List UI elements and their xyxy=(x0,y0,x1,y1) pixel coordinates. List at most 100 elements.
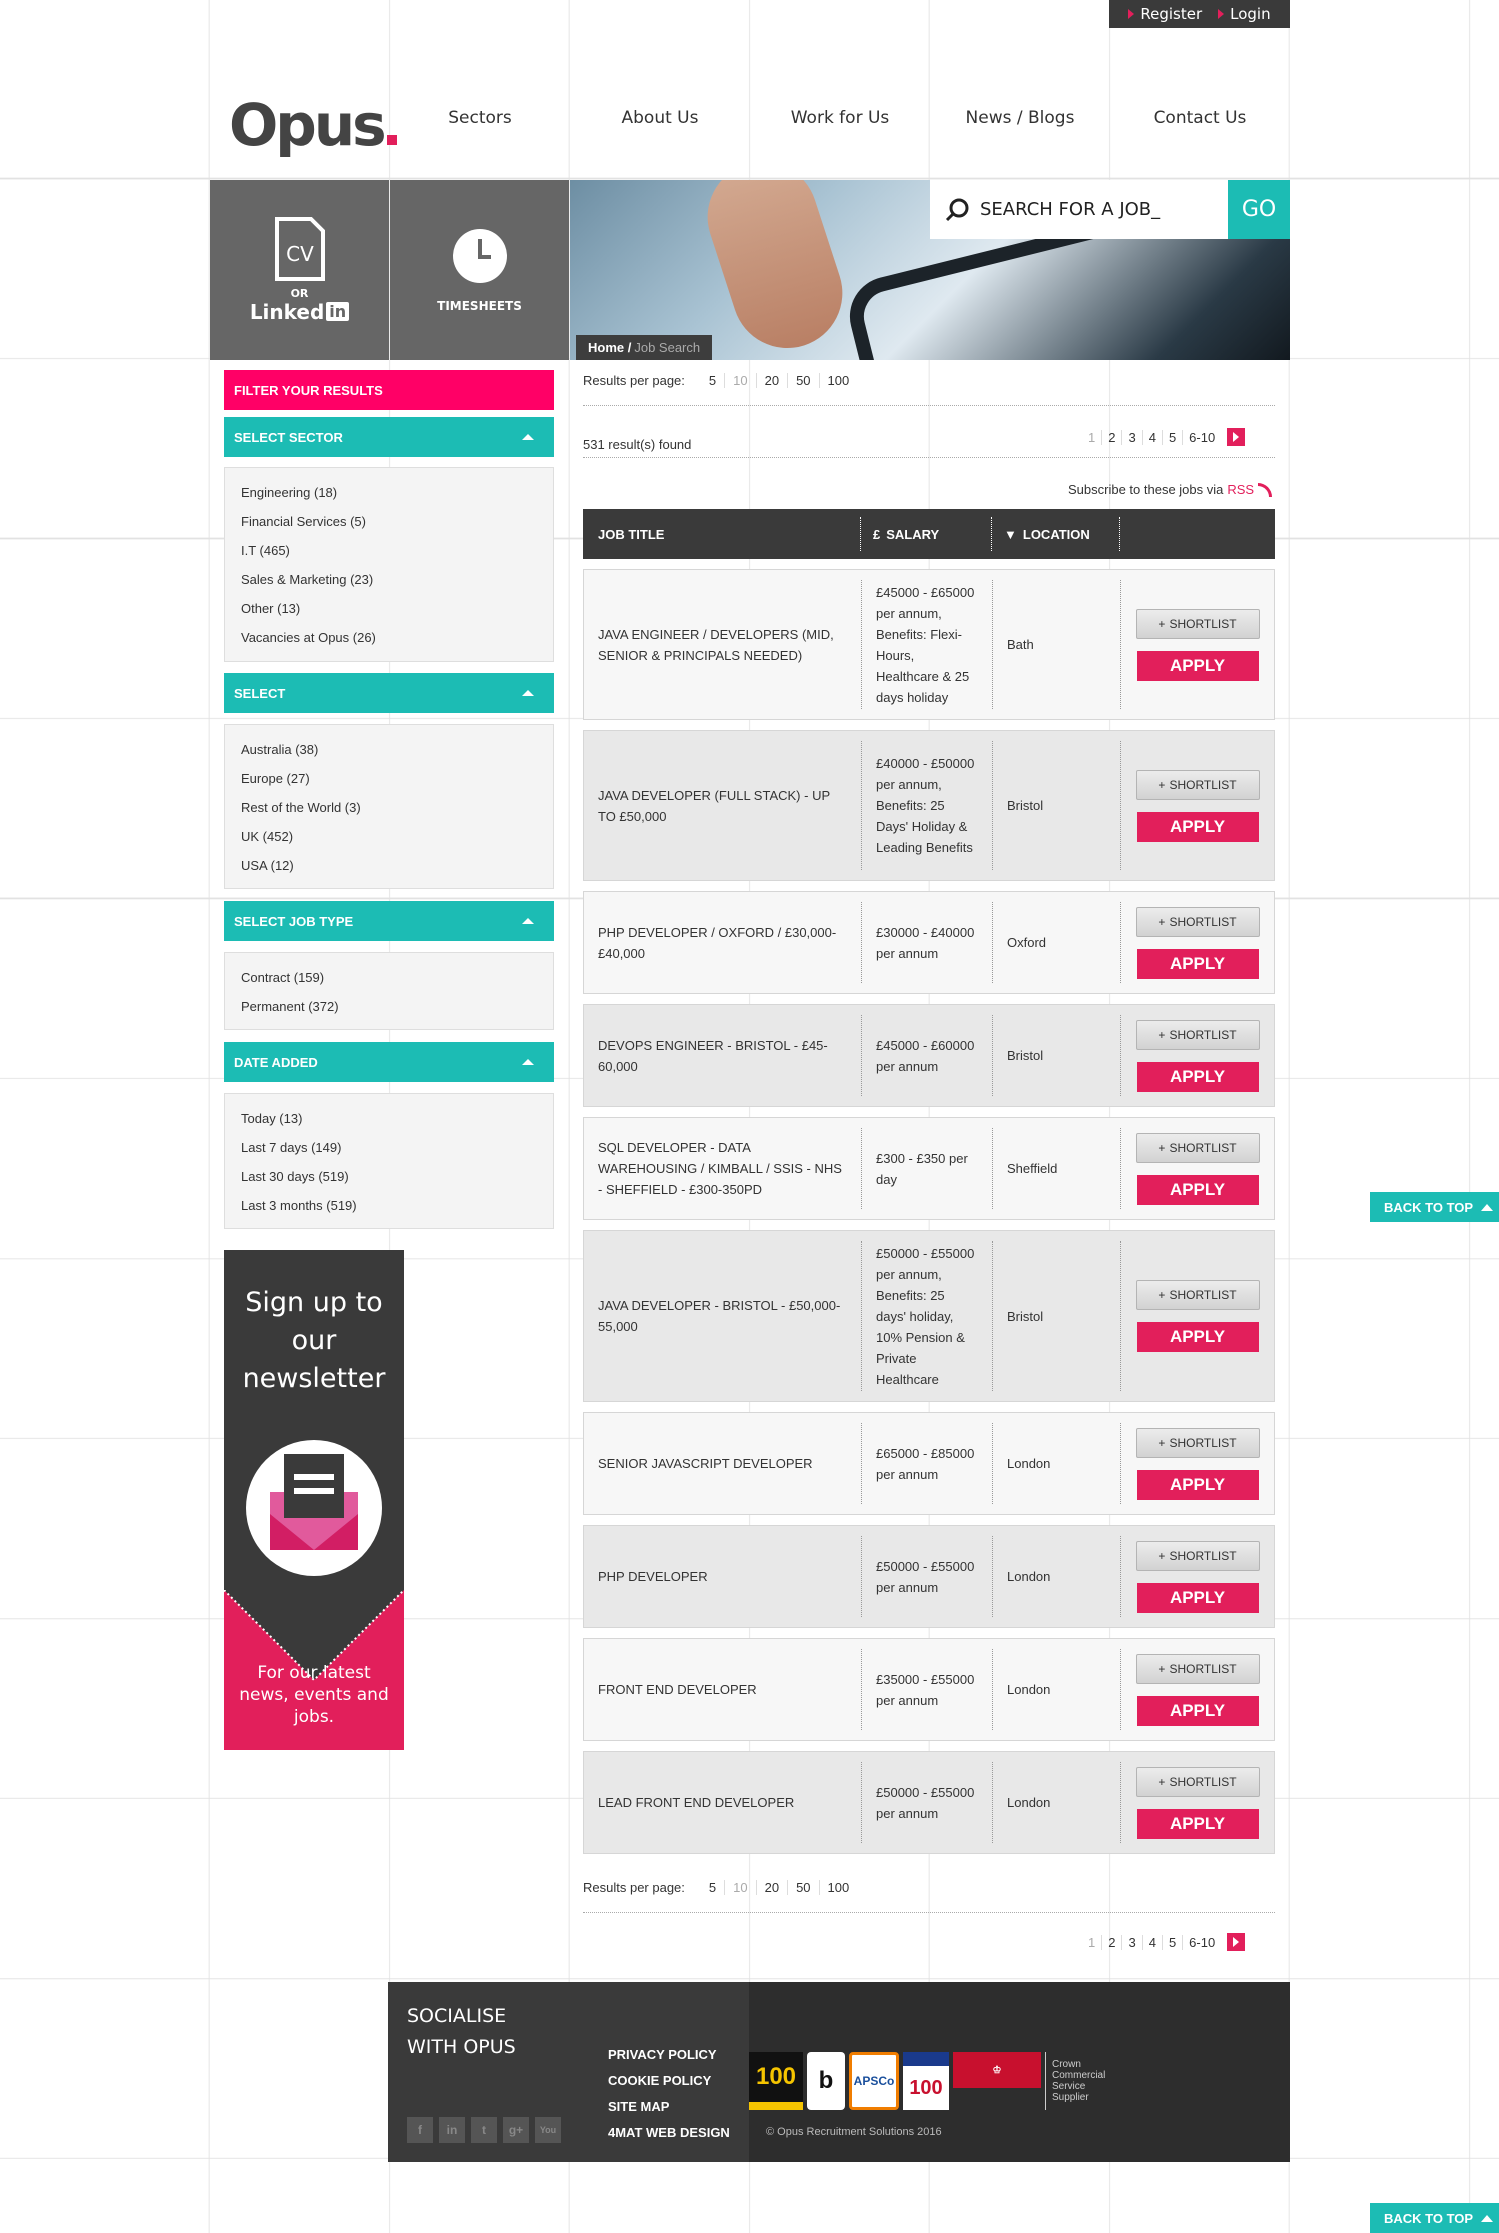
page-link[interactable]: 5 xyxy=(1163,1934,1184,1950)
apply-button[interactable]: APPLY xyxy=(1136,1061,1259,1092)
per-page-option[interactable]: 50 xyxy=(788,373,820,388)
job-title[interactable]: PHP DEVELOPER xyxy=(584,1536,862,1617)
apply-button[interactable]: APPLY xyxy=(1136,1582,1259,1613)
select-sector-header[interactable]: SELECT SECTOR xyxy=(224,417,554,457)
next-page-button[interactable] xyxy=(1227,1933,1246,1951)
page-link[interactable]: 3 xyxy=(1122,429,1143,445)
timesheets-tile[interactable]: TIMESHEETS xyxy=(390,180,569,360)
select-location-header[interactable]: SELECT xyxy=(224,673,554,713)
page-link[interactable]: 2 xyxy=(1102,1934,1123,1950)
apply-button[interactable]: APPLY xyxy=(1136,1174,1259,1205)
filter-option[interactable]: Last 7 days (149) xyxy=(241,1133,537,1162)
privacy-policy-link[interactable]: PRIVACY POLICY xyxy=(608,2046,730,2064)
nav-news-blogs[interactable]: News / Blogs xyxy=(930,108,1110,128)
apply-button[interactable]: APPLY xyxy=(1136,650,1259,681)
login-link[interactable]: Login xyxy=(1218,5,1271,23)
per-page-option[interactable]: 20 xyxy=(757,1880,789,1895)
page-link[interactable]: 1 xyxy=(1082,429,1103,445)
cookie-policy-link[interactable]: COOKIE POLICY xyxy=(608,2072,730,2090)
page-link[interactable]: 1 xyxy=(1082,1934,1103,1950)
apply-button[interactable]: APPLY xyxy=(1136,811,1259,842)
register-link[interactable]: Register xyxy=(1128,5,1202,23)
job-title[interactable]: PHP DEVELOPER / OXFORD / £30,000-£40,000 xyxy=(584,902,862,983)
linkedin-icon[interactable]: in xyxy=(439,2117,465,2143)
newsletter-banner[interactable]: Sign up to our newsletter For our latest… xyxy=(224,1250,404,1750)
apply-button[interactable]: APPLY xyxy=(1136,1469,1259,1500)
page-link[interactable]: 4 xyxy=(1143,429,1163,445)
job-title[interactable]: JAVA DEVELOPER - BRISTOL - £50,000-55,00… xyxy=(584,1241,862,1391)
site-map-link[interactable]: SITE MAP xyxy=(608,2098,730,2116)
filter-option[interactable]: Contract (159) xyxy=(241,963,537,992)
page-link[interactable]: 4 xyxy=(1143,1934,1163,1950)
page-link[interactable]: 3 xyxy=(1122,1934,1143,1950)
nav-about-us[interactable]: About Us xyxy=(570,108,750,128)
back-to-top-button-bottom[interactable]: BACK TO TOP xyxy=(1370,2203,1499,2233)
per-page-option[interactable]: 50 xyxy=(788,1880,820,1895)
google-plus-icon[interactable]: g+ xyxy=(503,2117,529,2143)
page-link[interactable]: 6-10 xyxy=(1183,430,1221,445)
cv-upload-tile[interactable]: CV OR Linked in xyxy=(210,180,389,360)
filter-option[interactable]: Financial Services (5) xyxy=(241,507,537,536)
per-page-option[interactable]: 100 xyxy=(820,1880,858,1895)
page-link[interactable]: 2 xyxy=(1102,429,1123,445)
filter-option[interactable]: Sales & Marketing (23) xyxy=(241,565,537,594)
filter-option[interactable]: Australia (38) xyxy=(241,735,537,764)
shortlist-button[interactable]: + SHORTLIST xyxy=(1135,1019,1260,1050)
shortlist-button[interactable]: + SHORTLIST xyxy=(1135,1280,1260,1310)
shortlist-button[interactable]: + SHORTLIST xyxy=(1135,1766,1260,1797)
job-title[interactable]: JAVA ENGINEER / DEVELOPERS (MID, SENIOR … xyxy=(584,580,862,709)
filter-option[interactable]: Engineering (18) xyxy=(241,478,537,507)
4mat-web-design-link[interactable]: 4MAT WEB DESIGN xyxy=(608,2124,730,2142)
filter-option[interactable]: Rest of the World (3) xyxy=(241,793,537,822)
job-title[interactable]: JAVA DEVELOPER (FULL STACK) - UP TO £50,… xyxy=(584,741,862,870)
shortlist-button[interactable]: + SHORTLIST xyxy=(1135,906,1260,937)
apply-button[interactable]: APPLY xyxy=(1136,948,1259,979)
per-page-option[interactable]: 5 xyxy=(701,1880,726,1895)
shortlist-button[interactable]: + SHORTLIST xyxy=(1135,608,1260,639)
job-title[interactable]: SQL DEVELOPER - DATA WAREHOUSING / KIMBA… xyxy=(584,1128,862,1209)
filter-option[interactable]: Europe (27) xyxy=(241,764,537,793)
rss-link[interactable]: RSS xyxy=(1227,482,1254,497)
breadcrumb-home[interactable]: Home / xyxy=(588,340,631,355)
select-job-type-header[interactable]: SELECT JOB TYPE xyxy=(224,901,554,941)
search-input[interactable]: SEARCH FOR A JOB_ xyxy=(980,199,1160,220)
twitter-icon[interactable]: t xyxy=(471,2117,497,2143)
per-page-option[interactable]: 5 xyxy=(701,373,726,388)
per-page-option[interactable]: 10 xyxy=(725,1880,757,1895)
filter-option[interactable]: USA (12) xyxy=(241,851,537,880)
go-button[interactable]: GO xyxy=(1228,180,1290,239)
shortlist-button[interactable]: + SHORTLIST xyxy=(1135,1427,1260,1458)
job-title[interactable]: DEVOPS ENGINEER - BRISTOL - £45-60,000 xyxy=(584,1015,862,1096)
job-search-box[interactable]: SEARCH FOR A JOB_ xyxy=(930,180,1230,239)
filter-option[interactable]: Last 3 months (519) xyxy=(241,1191,537,1220)
youtube-icon[interactable]: You xyxy=(535,2117,561,2143)
next-page-button[interactable] xyxy=(1227,428,1246,446)
facebook-icon[interactable]: f xyxy=(407,2117,433,2143)
opus-logo[interactable]: Opus xyxy=(229,96,397,154)
shortlist-button[interactable]: + SHORTLIST xyxy=(1135,1132,1260,1163)
nav-work-for-us[interactable]: Work for Us xyxy=(750,108,930,128)
date-added-header[interactable]: DATE ADDED xyxy=(224,1042,554,1082)
job-title[interactable]: FRONT END DEVELOPER xyxy=(584,1649,862,1730)
shortlist-button[interactable]: + SHORTLIST xyxy=(1135,1653,1260,1684)
apply-button[interactable]: APPLY xyxy=(1136,1322,1259,1352)
per-page-option[interactable]: 20 xyxy=(757,373,789,388)
filter-option[interactable]: I.T (465) xyxy=(241,536,537,565)
filter-option[interactable]: UK (452) xyxy=(241,822,537,851)
filter-option[interactable]: Other (13) xyxy=(241,594,537,623)
filter-option[interactable]: Today (13) xyxy=(241,1104,537,1133)
per-page-option[interactable]: 100 xyxy=(820,373,858,388)
apply-button[interactable]: APPLY xyxy=(1136,1695,1259,1726)
filter-option[interactable]: Last 30 days (519) xyxy=(241,1162,537,1191)
job-title[interactable]: LEAD FRONT END DEVELOPER xyxy=(584,1762,862,1843)
apply-button[interactable]: APPLY xyxy=(1136,1808,1259,1839)
back-to-top-button[interactable]: BACK TO TOP xyxy=(1370,1192,1499,1222)
filter-option[interactable]: Permanent (372) xyxy=(241,992,537,1021)
nav-sectors[interactable]: Sectors xyxy=(390,108,570,128)
filter-option[interactable]: Vacancies at Opus (26) xyxy=(241,623,537,652)
page-link[interactable]: 5 xyxy=(1163,429,1184,445)
per-page-option[interactable]: 10 xyxy=(725,373,757,388)
page-link[interactable]: 6-10 xyxy=(1183,1935,1221,1950)
nav-contact-us[interactable]: Contact Us xyxy=(1110,108,1290,128)
rss-icon[interactable] xyxy=(1258,482,1273,497)
